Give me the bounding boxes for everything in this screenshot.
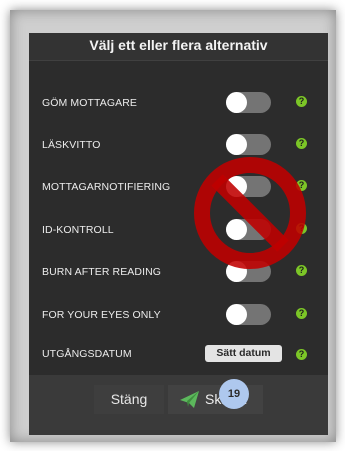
help-icon[interactable]: ? — [296, 308, 307, 319]
option-label-id-check: ID-KONTROLL — [42, 224, 114, 236]
toggle-knob — [226, 304, 247, 325]
help-icon[interactable]: ? — [296, 138, 307, 149]
send-button[interactable]: Skicka — [168, 385, 263, 414]
toggle-knob — [226, 92, 247, 113]
toggle-read-receipt[interactable] — [226, 134, 271, 155]
option-label-hide-recipients: GÖM MOTTAGARE — [42, 97, 138, 109]
paper-plane-icon — [180, 391, 199, 408]
option-label-burn-after-reading: BURN AFTER READING — [42, 266, 162, 278]
options-dialog: Välj ett eller flera alternativ GÖM MOTT… — [29, 33, 328, 435]
step-number-badge: 19 — [219, 379, 249, 409]
set-date-button[interactable]: Sätt datum — [205, 345, 282, 362]
option-label-recipient-notification: MOTTAGARNOTIFIERING — [42, 181, 171, 193]
toggle-hide-recipients[interactable] — [226, 92, 271, 113]
option-label-for-your-eyes-only: FOR YOUR EYES ONLY — [42, 309, 161, 321]
toggle-for-your-eyes-only[interactable] — [226, 304, 271, 325]
toggle-knob — [226, 134, 247, 155]
option-label-expiry-date: UTGÅNGSDATUM — [42, 348, 132, 360]
help-icon[interactable]: ? — [296, 96, 307, 107]
option-label-read-receipt: LÄSKVITTO — [42, 139, 101, 151]
prohibited-icon — [194, 157, 306, 269]
dialog-header: Välj ett eller flera alternativ — [29, 33, 328, 61]
close-button[interactable]: Stäng — [94, 385, 164, 414]
dialog-title: Välj ett eller flera alternativ — [89, 37, 268, 53]
help-icon[interactable]: ? — [296, 349, 307, 360]
